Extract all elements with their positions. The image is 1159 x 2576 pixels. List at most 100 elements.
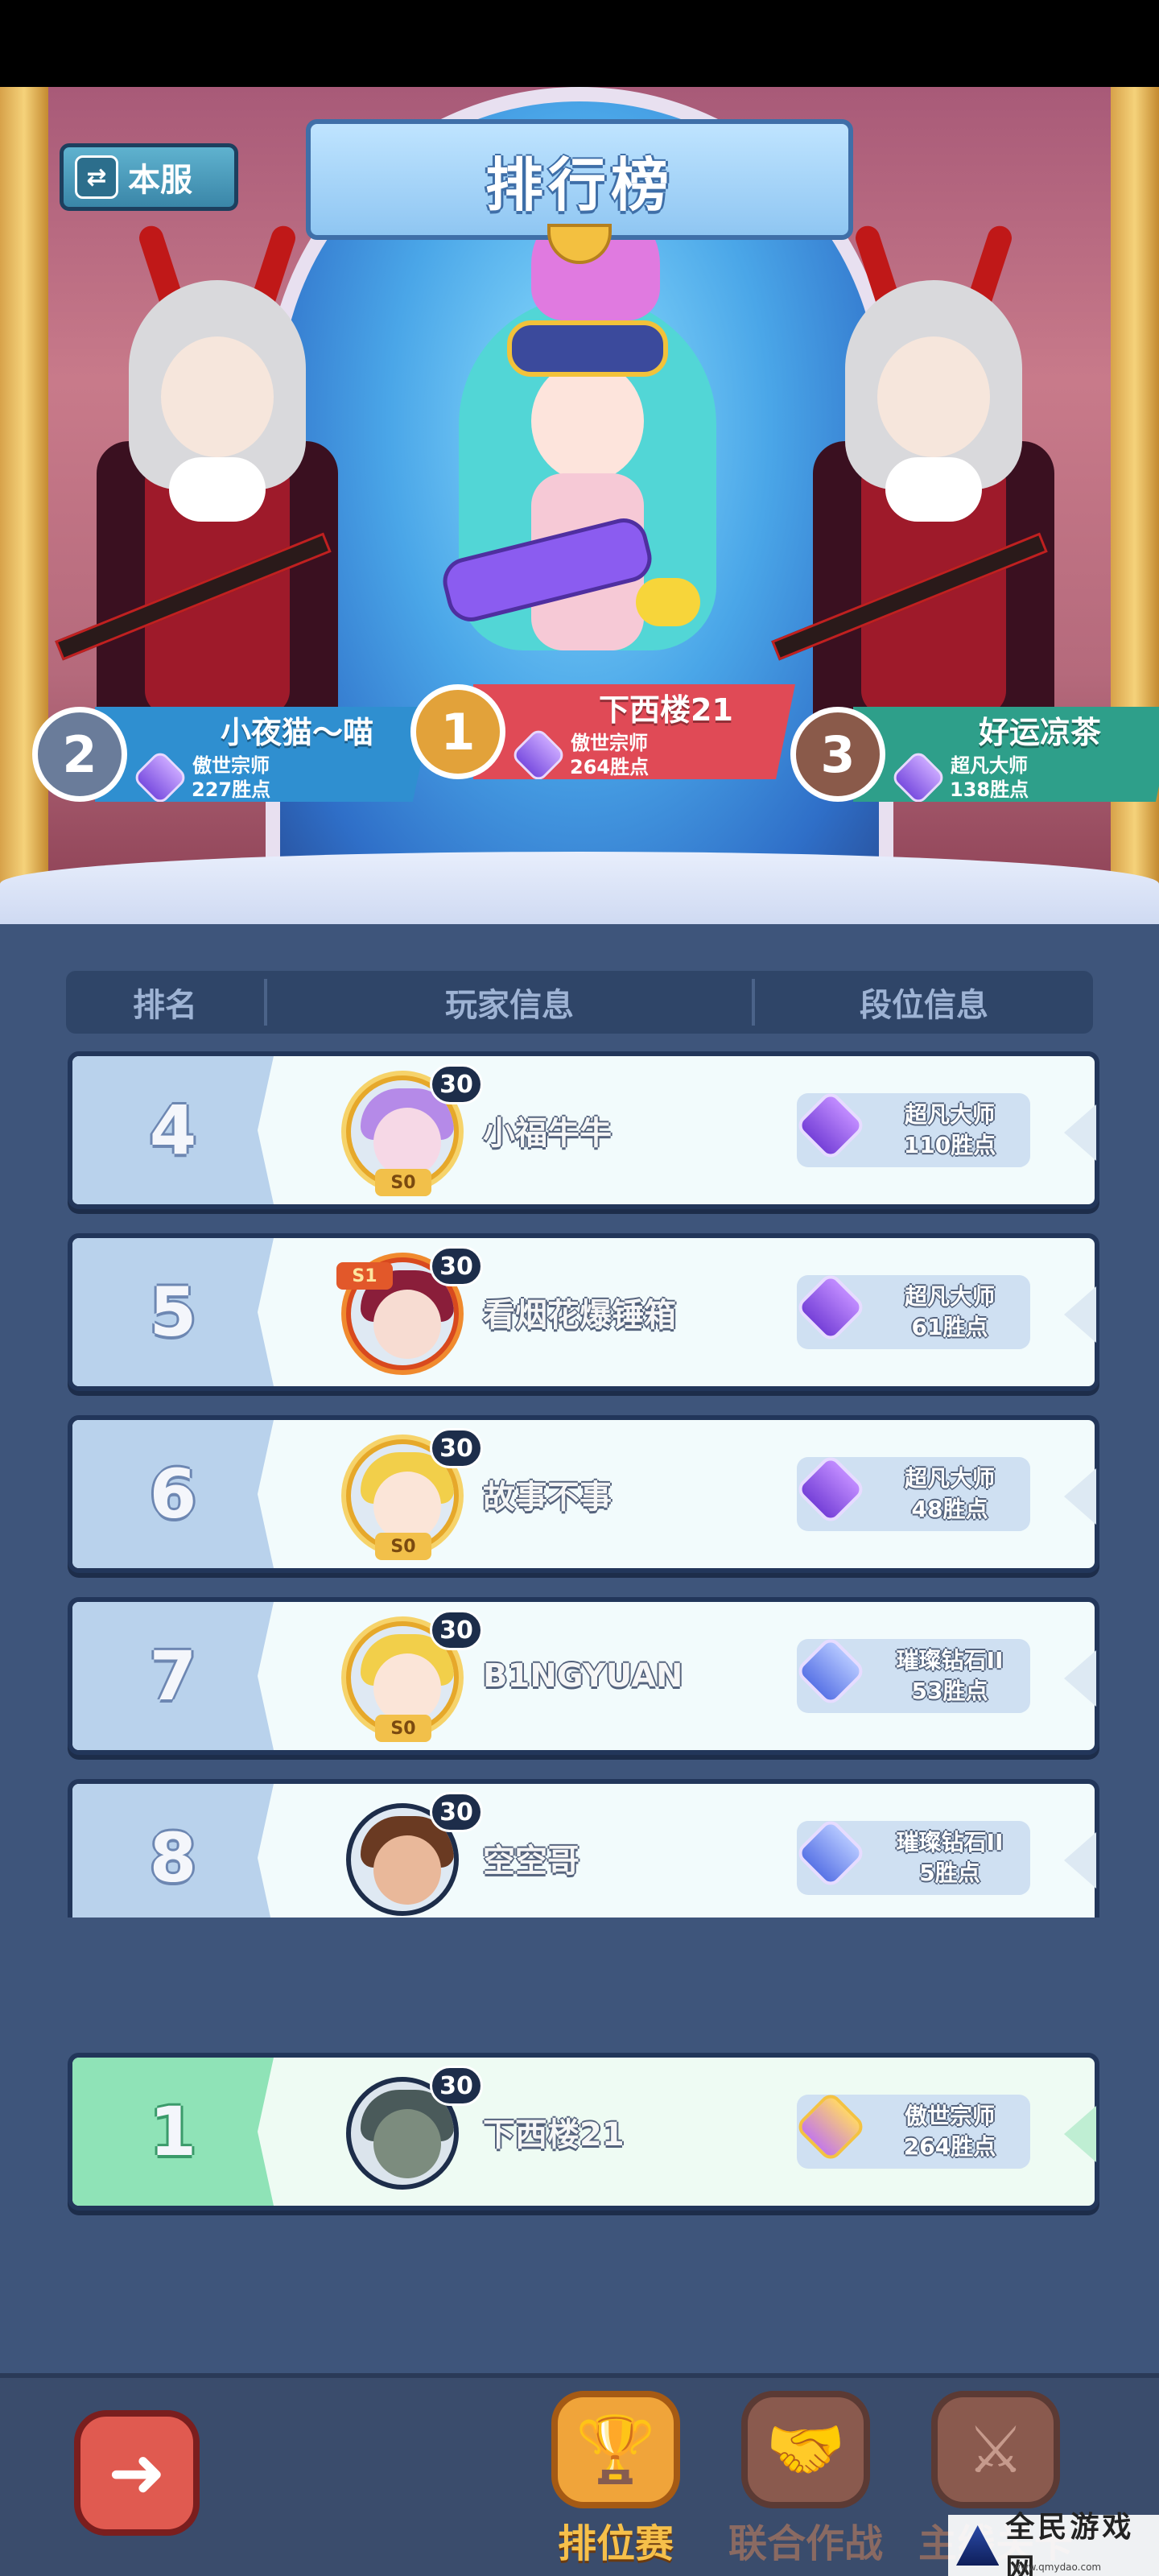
tier-gem-icon xyxy=(889,749,947,802)
player-avatar[interactable]: 30 xyxy=(338,1792,483,1918)
level-badge: 30 xyxy=(430,1246,483,1286)
table-row[interactable]: 7 30 S0 B1NGYUAN 璀璨钻石II 53胜点 xyxy=(68,1597,1099,1755)
player-name: 空空哥 xyxy=(483,1843,580,1880)
player-name: 看烟花爆锤箱 xyxy=(483,1297,676,1334)
player-name: B1NGYUAN xyxy=(483,1657,683,1695)
player-name: 下西楼21 xyxy=(483,2116,625,2153)
tier-points: 264胜点 xyxy=(903,2133,996,2160)
table-row[interactable]: 4 30 S0 小福牛牛 超凡大师 110胜点 xyxy=(68,1051,1099,1209)
season-badge: S0 xyxy=(375,1715,431,1742)
tier-gem-icon xyxy=(794,1270,868,1344)
rank-medal-3: 3 xyxy=(790,707,885,802)
tier-name: 超凡大师 xyxy=(904,1283,995,1310)
rank-number: 8 xyxy=(72,1784,274,1918)
table-row[interactable]: 5 30 S1 看烟花爆锤箱 超凡大师 61胜点 xyxy=(68,1233,1099,1391)
rank-2-character xyxy=(55,222,338,763)
level-badge: 30 xyxy=(430,1792,483,1832)
tier-name: 傲世宗师 xyxy=(904,2103,995,2129)
season-badge: S0 xyxy=(375,1169,431,1196)
tier-points: 61胜点 xyxy=(911,1314,988,1340)
chevron-left-icon xyxy=(1064,1468,1096,1525)
tier-info: 超凡大师 61胜点 xyxy=(794,1270,1030,1349)
chevron-left-icon xyxy=(1064,1650,1096,1707)
tier-info: 超凡大师 48胜点 xyxy=(794,1452,1030,1531)
status-bar xyxy=(0,0,1159,87)
leaderboard-panel: 排名 玩家信息 段位信息 4 30 S0 小福牛牛 超凡大师 110胜点 5 3… xyxy=(0,924,1159,2373)
tier-gem-icon xyxy=(794,1634,868,1708)
tier-name: 超凡大师 xyxy=(904,1101,995,1128)
table-row[interactable]: 8 30 空空哥 璀璨钻石II 5胜点 xyxy=(68,1779,1099,1918)
rank-number: 6 xyxy=(72,1420,274,1568)
tab-co-op[interactable]: 🤝 联合作战 xyxy=(713,2391,898,2568)
podium-points: 264胜点 xyxy=(570,755,650,778)
podium-tier: 超凡大师 xyxy=(951,753,1029,777)
tier-info: 璀璨钻石II 53胜点 xyxy=(794,1634,1030,1713)
swap-icon: ⇄ xyxy=(75,155,118,199)
player-avatar[interactable]: 30 S1 xyxy=(336,1246,483,1378)
rank-number: 5 xyxy=(72,1238,274,1386)
level-badge: 30 xyxy=(430,1610,483,1650)
table-row[interactable]: 6 30 S0 故事不事 超凡大师 48胜点 xyxy=(68,1415,1099,1573)
tab-label: 排位赛 xyxy=(557,2521,674,2566)
hero-banner: ⇄ 本服 排行榜 2 小夜猫～喵 傲世宗师 227胜点 1 下西楼21 傲世宗师 xyxy=(0,87,1159,924)
tier-name: 超凡大师 xyxy=(904,1465,995,1492)
rank-3-character xyxy=(771,222,1054,763)
tier-name: 璀璨钻石II xyxy=(896,1647,1004,1674)
rank-number: 7 xyxy=(72,1602,274,1750)
leaderboard-list[interactable]: 4 30 S0 小福牛牛 超凡大师 110胜点 5 30 S1 看烟花爆锤箱 超… xyxy=(0,1037,1159,1918)
watermark-logo-icon xyxy=(956,2525,1000,2566)
podium-player-name: 小夜猫～喵 xyxy=(221,714,374,750)
header-rank: 排名 xyxy=(133,987,197,1024)
tier-points: 53胜点 xyxy=(911,1678,988,1704)
header-player: 玩家信息 xyxy=(264,979,755,1026)
my-rank-row[interactable]: 1 30 下西楼21 傲世宗师 264胜点 xyxy=(68,2053,1099,2211)
player-name: 故事不事 xyxy=(483,1479,612,1516)
tier-info: 璀璨钻石II 5胜点 xyxy=(794,1816,1030,1895)
tier-gem-icon xyxy=(794,2090,868,2164)
header-tier: 段位信息 xyxy=(860,987,988,1024)
podium-tier: 傲世宗师 xyxy=(192,753,270,777)
page-title: 排行榜 xyxy=(306,119,853,240)
season-badge: S1 xyxy=(336,1262,393,1290)
tier-gem-icon xyxy=(794,1816,868,1890)
level-badge: 30 xyxy=(430,1428,483,1468)
season-badge: S0 xyxy=(375,1533,431,1560)
back-button[interactable]: ➜ xyxy=(74,2410,200,2536)
level-badge: 30 xyxy=(430,1064,483,1104)
chevron-left-icon xyxy=(1064,1832,1096,1889)
handshake-icon: 🤝 xyxy=(741,2391,870,2508)
podium-player-name: 好运凉茶 xyxy=(979,714,1102,750)
tab-label: 联合作战 xyxy=(728,2521,883,2566)
rank-medal-1: 1 xyxy=(410,684,505,779)
tier-gem-icon xyxy=(509,726,567,779)
tier-gem-icon xyxy=(794,1088,868,1162)
player-name: 小福牛牛 xyxy=(483,1115,612,1152)
table-header: 排名 玩家信息 段位信息 xyxy=(66,971,1093,1034)
player-avatar[interactable]: 30 xyxy=(338,2066,483,2198)
trophy-icon: 🏆 xyxy=(551,2391,680,2508)
podium-points: 227胜点 xyxy=(192,778,271,801)
player-avatar[interactable]: 30 S0 xyxy=(338,1428,483,1560)
chevron-left-icon xyxy=(1064,2106,1096,2162)
podium-rank-3[interactable]: 3 好运凉茶 超凡大师 138胜点 xyxy=(790,705,1159,803)
watermark-url: www.qmydao.com xyxy=(1013,2562,1102,2573)
level-badge: 30 xyxy=(430,2066,483,2106)
tab-ranked[interactable]: 🏆 排位赛 xyxy=(523,2391,708,2568)
podium-tier: 傲世宗师 xyxy=(571,731,649,754)
player-avatar[interactable]: 30 S0 xyxy=(338,1064,483,1196)
tier-points: 48胜点 xyxy=(911,1496,988,1522)
site-watermark: 全民游戏网 www.qmydao.com xyxy=(948,2511,1159,2576)
tier-name: 璀璨钻石II xyxy=(896,1829,1004,1856)
podium-rank-2[interactable]: 2 小夜猫～喵 傲世宗师 227胜点 xyxy=(32,705,433,803)
rank-number: 1 xyxy=(72,2058,274,2206)
player-avatar[interactable]: 30 S0 xyxy=(338,1610,483,1742)
tier-points: 110胜点 xyxy=(903,1132,996,1158)
server-toggle-button[interactable]: ⇄ 本服 xyxy=(60,143,238,211)
tier-info: 超凡大师 110胜点 xyxy=(794,1088,1030,1167)
chevron-left-icon xyxy=(1064,1286,1096,1343)
server-button-label: 本服 xyxy=(128,162,192,199)
rank-number: 4 xyxy=(72,1056,274,1204)
podium-rank-1[interactable]: 1 下西楼21 傲世宗师 264胜点 xyxy=(410,683,795,781)
tier-gem-icon xyxy=(131,749,189,802)
tier-gem-icon xyxy=(794,1452,868,1526)
